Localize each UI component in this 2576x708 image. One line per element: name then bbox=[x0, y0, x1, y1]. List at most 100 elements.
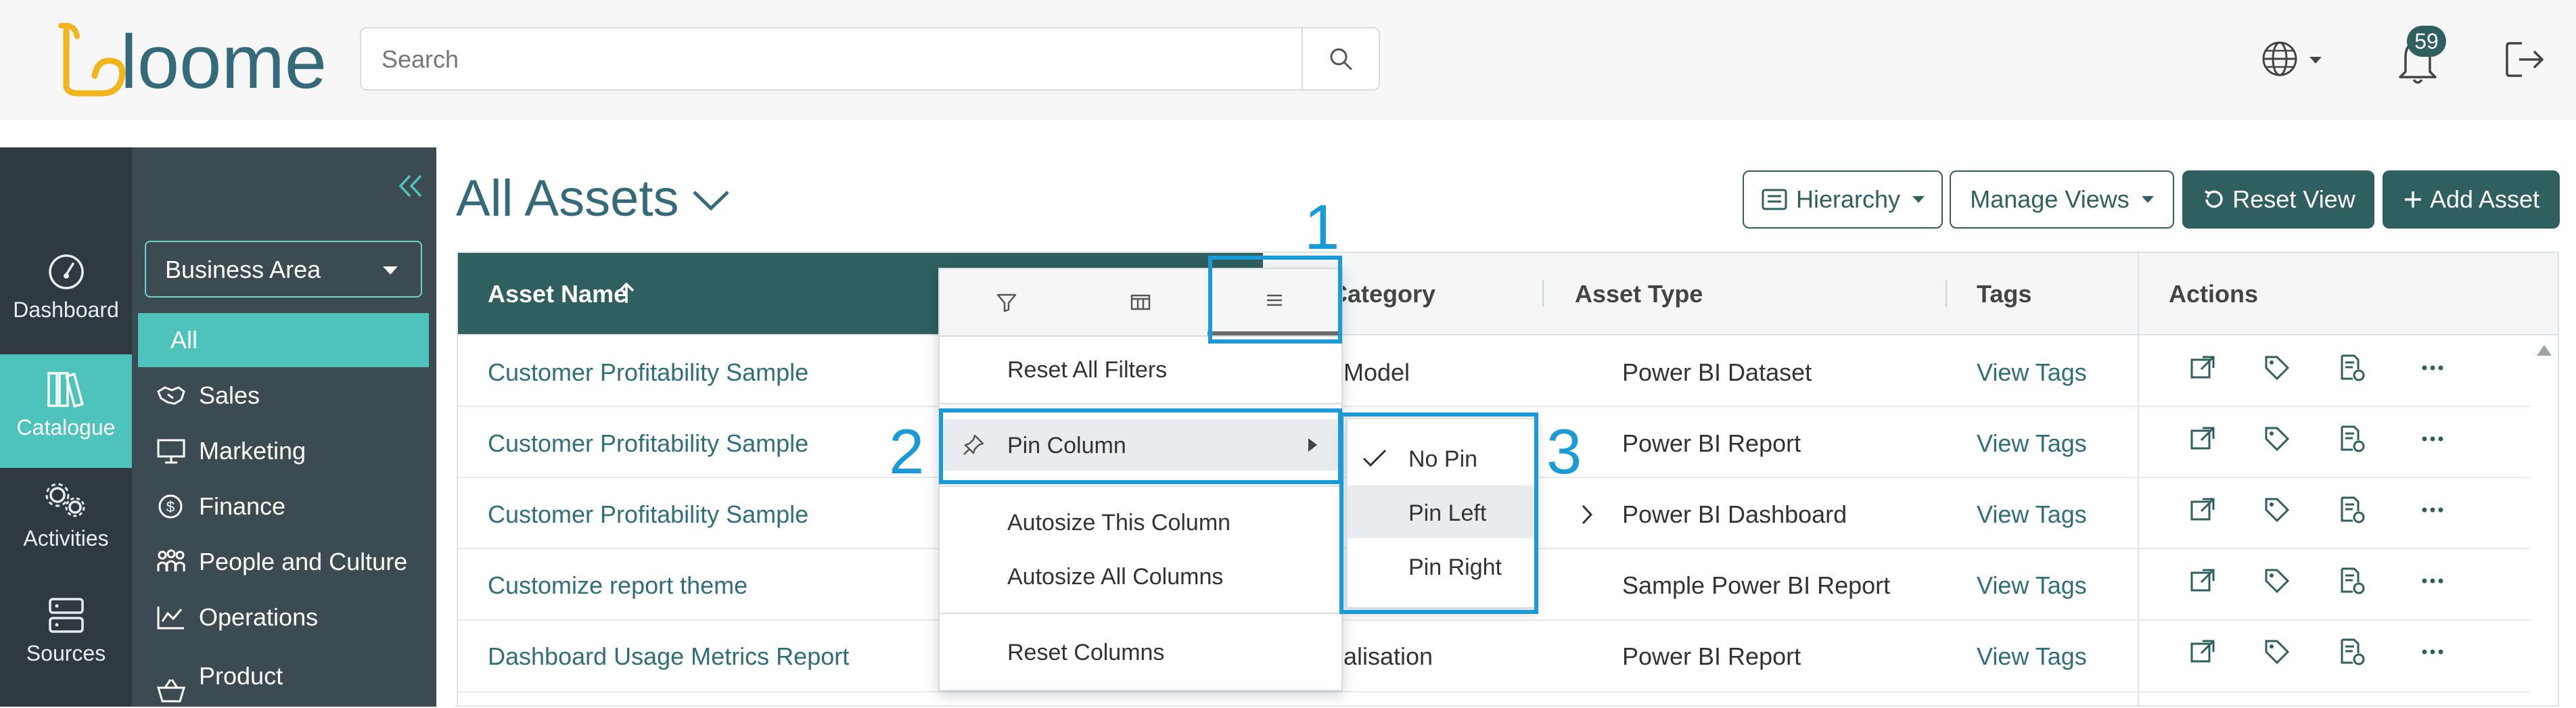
tag-action-button[interactable] bbox=[2262, 495, 2292, 525]
expand-chevron-right-icon[interactable] bbox=[1579, 503, 1595, 526]
double-chevron-left-icon bbox=[398, 174, 422, 197]
sidebar-item-all-label-wrap[interactable]: All bbox=[156, 312, 198, 368]
open-external-icon bbox=[2190, 569, 2215, 592]
menu-item-autosize-this-column[interactable]: Autosize This Column bbox=[940, 496, 1341, 548]
chevron-down-icon bbox=[693, 191, 729, 211]
column-header-asset-type[interactable]: Asset Type bbox=[1575, 280, 1703, 308]
sidebar-item-label: Product bbox=[199, 662, 283, 690]
document-settings-icon bbox=[2341, 638, 2365, 665]
add-asset-button-label: Add Asset bbox=[2429, 185, 2540, 213]
reset-view-button-label: Reset View bbox=[2232, 185, 2355, 213]
sidebar-item-label: Sales bbox=[199, 381, 260, 409]
manage-views-button-label: Manage Views bbox=[1970, 185, 2130, 213]
sidebar-item-label: Finance bbox=[199, 492, 286, 520]
asset-type: Power BI Dataset bbox=[1622, 358, 1812, 386]
add-asset-button[interactable]: Add Asset bbox=[2383, 170, 2560, 229]
menu-tab-filter[interactable] bbox=[940, 269, 1074, 335]
globe-icon bbox=[2262, 41, 2322, 76]
collapse-sidebar-button[interactable] bbox=[394, 169, 428, 203]
menu-item-label: Reset All Filters bbox=[1007, 357, 1168, 383]
open-external-action-button[interactable] bbox=[2188, 566, 2217, 596]
asset-name-link[interactable]: Customize report theme bbox=[488, 571, 748, 600]
sidebar-item-finance[interactable]: $ Finance bbox=[156, 479, 285, 534]
document-settings-action-button[interactable] bbox=[2337, 424, 2366, 454]
view-selector-button[interactable] bbox=[690, 185, 732, 215]
sidebar-item-marketing[interactable]: Marketing bbox=[156, 423, 306, 479]
scroll-up-arrow-icon[interactable] bbox=[2537, 345, 2552, 356]
tag-action-button[interactable] bbox=[2262, 424, 2292, 454]
search-button[interactable] bbox=[1302, 28, 1379, 89]
search-box bbox=[360, 27, 1380, 91]
gears-icon bbox=[45, 483, 85, 517]
row-divider bbox=[458, 691, 2531, 692]
menu-item-autosize-all-columns[interactable]: Autosize All Columns bbox=[940, 550, 1341, 602]
asset-type: Power BI Report bbox=[1622, 429, 1801, 457]
more-options-action-button[interactable] bbox=[2418, 495, 2447, 525]
callout-box-2 bbox=[939, 408, 1342, 484]
people-icon bbox=[157, 549, 185, 571]
open-external-icon bbox=[2190, 498, 2215, 521]
column-separator[interactable] bbox=[1542, 280, 1544, 307]
handshake-icon bbox=[157, 386, 185, 405]
view-tags-link[interactable]: View Tags bbox=[1977, 358, 2087, 387]
more-options-action-button[interactable] bbox=[2418, 353, 2447, 383]
hierarchy-button[interactable]: Hierarchy bbox=[1743, 170, 1943, 229]
rail-item-dashboard[interactable]: Dashboard bbox=[0, 237, 132, 345]
menu-item-reset-columns[interactable]: Reset Columns bbox=[940, 626, 1341, 678]
asset-type: Power BI Report bbox=[1622, 642, 1801, 670]
manage-views-button[interactable]: Manage Views bbox=[1950, 170, 2174, 229]
sidebar-item-label: All bbox=[170, 326, 198, 354]
view-tags-link[interactable]: View Tags bbox=[1977, 642, 2087, 671]
more-options-action-button[interactable] bbox=[2418, 637, 2447, 667]
document-settings-action-button[interactable] bbox=[2337, 637, 2366, 667]
dashboard-gauge-icon bbox=[48, 254, 84, 289]
sidebar-item-product[interactable]: Product bbox=[156, 653, 283, 708]
view-tags-link[interactable]: View Tags bbox=[1977, 429, 2087, 458]
open-external-action-button[interactable] bbox=[2188, 637, 2217, 667]
document-settings-action-button[interactable] bbox=[2337, 495, 2366, 525]
tag-action-button[interactable] bbox=[2262, 637, 2292, 667]
asset-type: Power BI Dashboard bbox=[1622, 500, 1847, 528]
sidebar-item-people-and-culture[interactable]: People and Culture bbox=[156, 534, 407, 590]
menu-tab-columns[interactable] bbox=[1074, 269, 1208, 335]
reset-view-button[interactable]: Reset View bbox=[2182, 170, 2374, 229]
basket-icon bbox=[156, 679, 186, 703]
rail-item-activities[interactable]: Activities bbox=[0, 465, 132, 573]
column-header-tags[interactable]: Tags bbox=[1977, 280, 2031, 308]
search-input[interactable] bbox=[380, 28, 1323, 91]
menu-item-reset-all-filters[interactable]: Reset All Filters bbox=[940, 344, 1341, 395]
open-external-action-button[interactable] bbox=[2188, 353, 2217, 383]
open-external-action-button[interactable] bbox=[2188, 424, 2217, 454]
asset-name-link[interactable]: Dashboard Usage Metrics Report bbox=[488, 642, 849, 671]
loome-logo[interactable]: loome bbox=[54, 20, 338, 104]
column-header-category[interactable]: Category bbox=[1330, 280, 1435, 308]
tag-action-button[interactable] bbox=[2262, 566, 2292, 596]
tag-action-button[interactable] bbox=[2262, 353, 2292, 383]
logout-icon bbox=[2506, 42, 2544, 77]
sidebar-item-label: Operations bbox=[199, 603, 319, 631]
callout-number-1: 1 bbox=[1304, 191, 1340, 262]
document-settings-action-button[interactable] bbox=[2337, 566, 2366, 596]
document-settings-action-button[interactable] bbox=[2337, 353, 2366, 383]
column-separator[interactable] bbox=[1946, 280, 1947, 307]
view-tags-link[interactable]: View Tags bbox=[1977, 571, 2087, 600]
more-options-icon bbox=[2422, 436, 2443, 442]
search-icon bbox=[1330, 48, 1352, 70]
logout-button[interactable] bbox=[2503, 38, 2548, 81]
view-tags-link[interactable]: View Tags bbox=[1977, 500, 2087, 529]
asset-name-link[interactable]: Customer Profitability Sample bbox=[488, 358, 808, 387]
sidebar-item-sales[interactable]: Sales bbox=[156, 368, 260, 423]
language-dropdown[interactable] bbox=[2259, 37, 2327, 81]
more-options-action-button[interactable] bbox=[2418, 566, 2447, 596]
open-external-icon bbox=[2190, 640, 2215, 663]
asset-name-link[interactable]: Customer Profitability Sample bbox=[488, 500, 808, 529]
page-title: All Assets bbox=[456, 170, 679, 227]
rail-item-sources[interactable]: Sources bbox=[0, 580, 132, 688]
rail-item-catalogue[interactable]: Catalogue bbox=[0, 354, 132, 468]
sort-ascending-icon[interactable] bbox=[616, 280, 637, 307]
asset-name-link[interactable]: Customer Profitability Sample bbox=[488, 429, 808, 458]
open-external-action-button[interactable] bbox=[2188, 495, 2217, 525]
business-area-select[interactable]: Business Area bbox=[145, 241, 422, 298]
more-options-action-button[interactable] bbox=[2418, 424, 2447, 454]
sidebar-item-operations[interactable]: Operations bbox=[156, 590, 318, 645]
